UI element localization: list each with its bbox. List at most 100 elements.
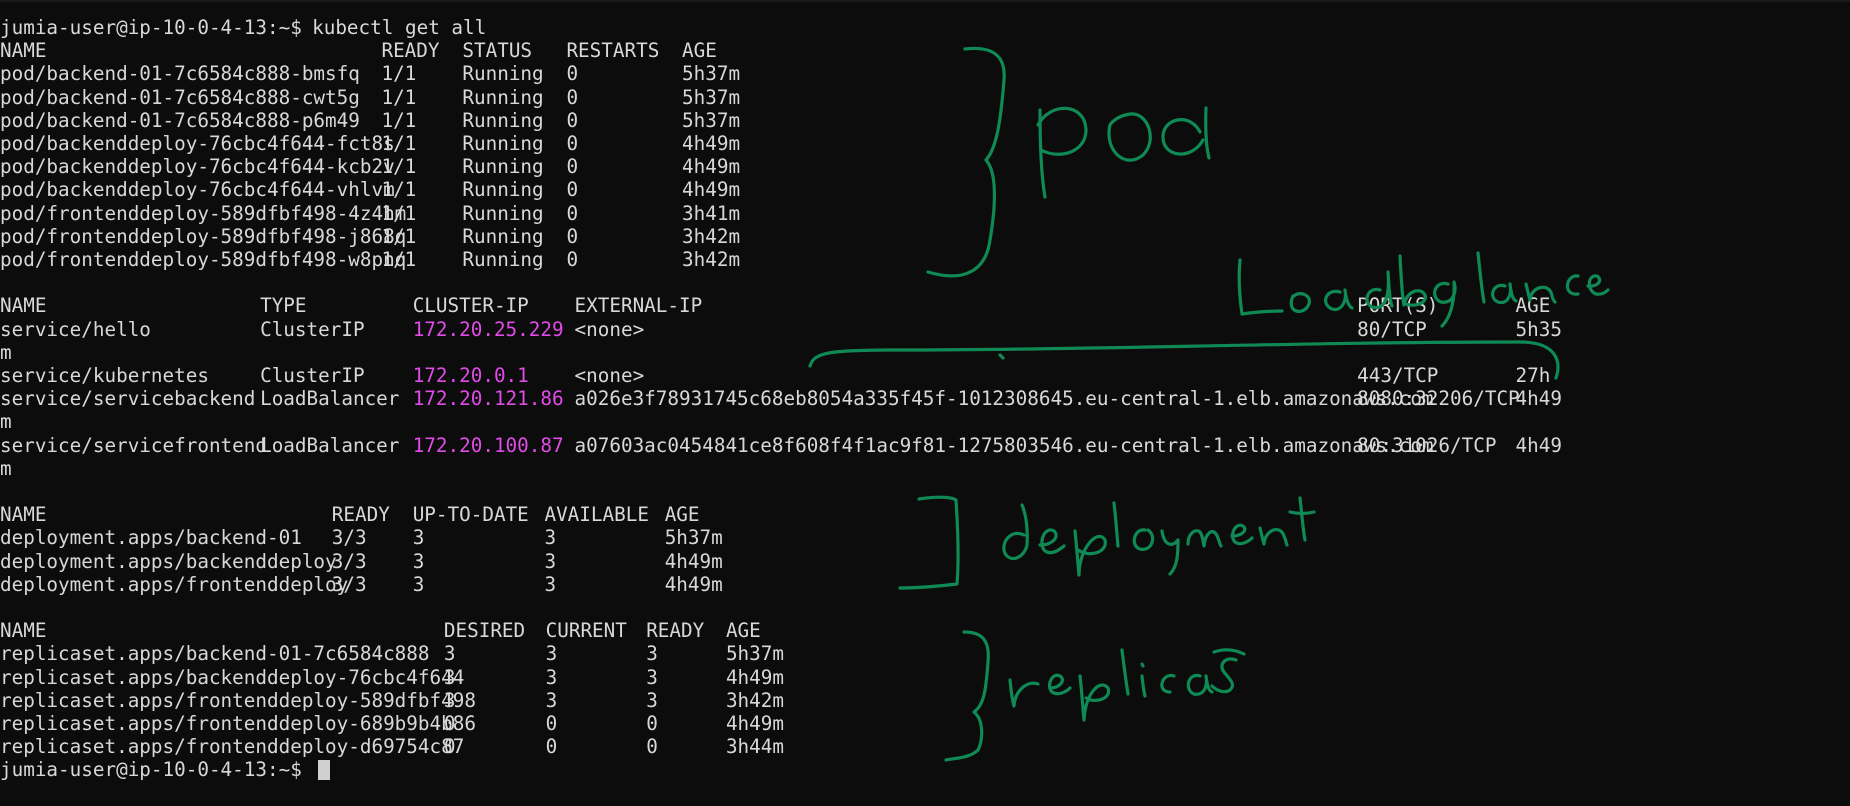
deployment-col-age: 4h49m xyxy=(664,572,723,596)
replicaset-col-desired: 3 xyxy=(443,642,456,666)
replicaset-row: replicaset.apps/backend-01-7c6584c888 3 3 3… xyxy=(0,642,1850,665)
pod-col-status: Running xyxy=(462,224,544,248)
deployment-col-name: deployment.apps/backenddeploy xyxy=(0,549,337,573)
replicaset-col-age: 3h44m xyxy=(725,735,784,759)
command-line: jumia-user@ip-10-0-4-13:~$ kubectl get al… xyxy=(0,16,1850,39)
replicaset-col-current: 3 xyxy=(545,642,558,666)
deployment-col-ready: 3/3 xyxy=(331,549,367,573)
replicaset-col-name: replicaset.apps/frontenddeploy-689b9b4b8… xyxy=(0,712,476,735)
terminal-window[interactable]: jumia-user@ip-10-0-4-13:~$ kubectl get al… xyxy=(0,0,1850,806)
pod-col-restarts: 0 xyxy=(566,248,579,271)
replicasets-header-col-ready: READY xyxy=(646,619,705,643)
pod-col-status: Running xyxy=(462,62,544,86)
pods-header: NAME READY STATUS RESTARTS AGE xyxy=(0,39,1850,62)
services-header-col-name: NAME xyxy=(0,294,47,318)
pod-col-status: Running xyxy=(462,178,544,202)
service-col-name: service/hello xyxy=(0,317,151,341)
service-col-external-ip: <none> xyxy=(574,317,645,341)
replicaset-col-age: 4h49m xyxy=(725,665,784,689)
deployment-col-available: 3 xyxy=(544,549,557,573)
service-age-wrap: m xyxy=(0,456,12,480)
services-header-col-ports: PORT(S) xyxy=(1357,294,1439,318)
pod-col-status: Running xyxy=(462,108,544,132)
pod-row: pod/backend-01-7c6584c888-cwt5g 1/1 Runnin… xyxy=(0,86,1850,109)
service-col-external-ip: a026e3f78931745c68eb8054a335f45f-1012308… xyxy=(574,387,1434,411)
replicaset-col-desired: 0 xyxy=(443,735,456,759)
pod-col-name: pod/frontenddeploy-589dfbf498-j868q xyxy=(0,224,407,248)
deployment-col-up-to-date: 3 xyxy=(412,572,425,596)
deployment-row: deployment.apps/frontenddeploy 3/3 3 3 4h49m xyxy=(0,573,1850,596)
pod-col-status: Running xyxy=(462,155,544,179)
service-col-type: ClusterIP xyxy=(260,317,365,341)
pod-row: pod/backend-01-7c6584c888-p6m49 1/1 Runnin… xyxy=(0,109,1850,132)
service-col-age: 27h xyxy=(1515,364,1551,387)
service-col-age: 4h49 xyxy=(1515,387,1562,411)
service-col-cluster-ip: 172.20.121.86 xyxy=(412,387,564,411)
replicaset-col-name: replicaset.apps/frontenddeploy-d69754c87 xyxy=(0,735,465,759)
pod-col-age: 5h37m xyxy=(682,85,741,109)
pod-col-age: 3h42m xyxy=(682,224,741,248)
replicaset-col-age: 5h37m xyxy=(725,642,784,666)
pod-col-restarts: 0 xyxy=(566,132,579,155)
replicasets-header-col-age: AGE xyxy=(725,619,761,643)
replicaset-col-current: 3 xyxy=(545,688,558,712)
deployments-header-col-name: NAME xyxy=(0,503,47,527)
replicaset-col-current: 0 xyxy=(545,712,558,735)
replicasets-header-col-name: NAME xyxy=(0,619,47,643)
service-col-age: 5h35 xyxy=(1515,317,1562,341)
replicaset-col-ready: 3 xyxy=(646,665,658,689)
pod-col-ready: 1/1 xyxy=(381,108,417,132)
deployment-col-ready: 3/3 xyxy=(331,572,367,596)
pod-col-restarts: 0 xyxy=(566,108,579,132)
pod-col-status: Running xyxy=(462,85,544,109)
replicasets-header-col-current: CURRENT xyxy=(545,619,627,643)
service-col-name: service/kubernetes xyxy=(0,364,209,387)
pod-col-ready: 1/1 xyxy=(381,62,417,86)
service-row: service/hello ClusterIP 172.20.25.229 <none… xyxy=(0,318,1850,341)
window-top-border xyxy=(0,0,1850,2)
deployments-header-col-up-to-date: UP-TO-DATE xyxy=(412,503,529,527)
service-row-wrap: m xyxy=(0,341,1850,364)
pods-header-col-status: STATUS xyxy=(462,39,533,63)
prompt-line[interactable]: jumia-user@ip-10-0-4-13:~$ xyxy=(0,758,1850,781)
pod-col-ready: 1/1 xyxy=(381,132,417,155)
pod-col-age: 3h42m xyxy=(682,248,741,271)
services-header: NAME TYPE CLUSTER-IP EXTERNAL-IP PORT(S) AGE xyxy=(0,294,1850,317)
deployment-col-available: 3 xyxy=(544,572,557,596)
deployment-col-up-to-date: 3 xyxy=(412,549,425,573)
services-header-col-external-ip: EXTERNAL-IP xyxy=(574,294,703,318)
replicaset-col-ready: 3 xyxy=(646,642,658,666)
pod-col-ready: 1/1 xyxy=(381,201,417,225)
pods-header-col-ready: READY xyxy=(381,39,440,63)
shell-prompt: jumia-user@ip-10-0-4-13:~$ xyxy=(0,758,302,782)
replicaset-col-age: 3h42m xyxy=(725,688,784,712)
pod-col-restarts: 0 xyxy=(566,224,579,248)
service-col-ports: 80/TCP xyxy=(1357,317,1427,341)
pod-row: pod/backenddeploy-76cbc4f644-fct8s 1/1 Run… xyxy=(0,132,1850,155)
service-col-name: service/servicebackend xyxy=(0,387,256,411)
pod-col-status: Running xyxy=(462,248,544,271)
service-row-wrap: m xyxy=(0,410,1850,433)
pod-col-restarts: 0 xyxy=(566,201,579,225)
pod-row: pod/frontenddeploy-589dfbf498-w8pnq 1/1 Ru… xyxy=(0,248,1850,271)
pod-col-ready: 1/1 xyxy=(381,224,417,248)
pod-col-name: pod/frontenddeploy-589dfbf498-4z4hm xyxy=(0,201,407,225)
deployment-col-name: deployment.apps/frontenddeploy xyxy=(0,572,349,596)
pod-col-age: 5h37m xyxy=(682,62,741,86)
service-col-age: 4h49 xyxy=(1515,433,1562,457)
service-row-wrap: m xyxy=(0,457,1850,480)
replicaset-col-name: replicaset.apps/backend-01-7c6584c888 xyxy=(0,642,430,666)
service-col-type: LoadBalancer xyxy=(260,387,400,411)
text-cursor[interactable] xyxy=(317,760,330,781)
replicaset-col-current: 3 xyxy=(545,665,558,689)
pod-col-status: Running xyxy=(462,132,544,155)
deployment-col-age: 5h37m xyxy=(664,526,723,550)
deployments-header-col-ready: READY xyxy=(331,503,390,527)
pod-col-age: 5h37m xyxy=(682,108,741,132)
pod-col-ready: 1/1 xyxy=(381,85,417,109)
pods-header-col-restarts: RESTARTS xyxy=(566,39,660,63)
pod-col-age: 4h49m xyxy=(682,178,741,202)
services-header-col-type: TYPE xyxy=(260,294,307,318)
shell-prompt: jumia-user@ip-10-0-4-13:~$ xyxy=(0,16,302,39)
service-col-ports: 80:31026/TCP xyxy=(1357,433,1497,457)
